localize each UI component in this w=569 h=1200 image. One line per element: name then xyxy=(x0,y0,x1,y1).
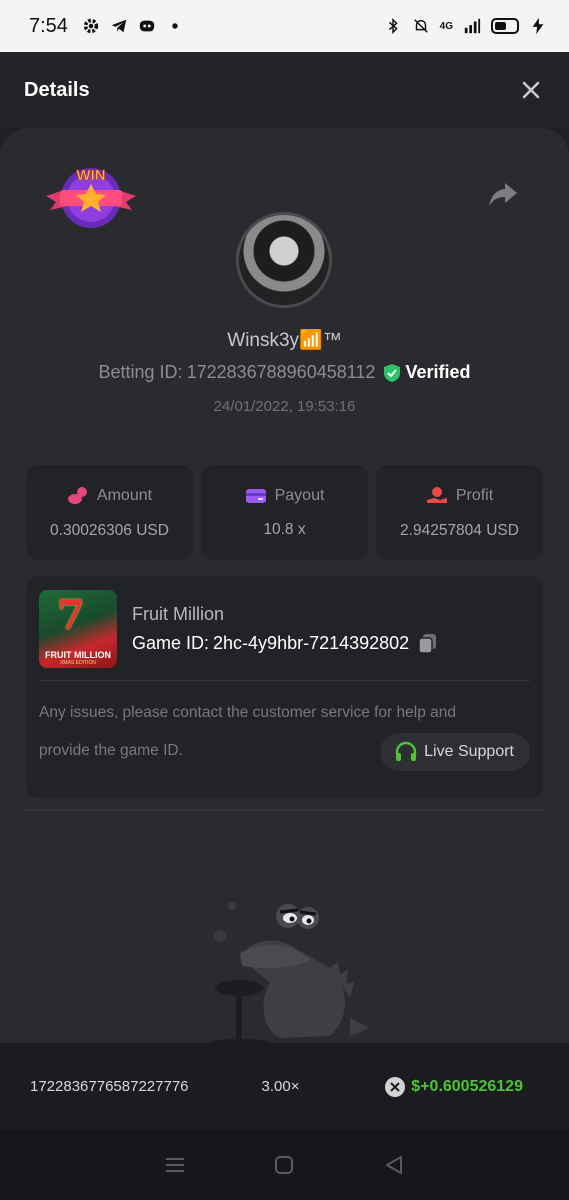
card-icon xyxy=(245,488,266,503)
stat-label: Amount xyxy=(96,486,153,504)
stat-label: Payout xyxy=(274,486,325,504)
coins-icon xyxy=(67,486,87,504)
coin-icon xyxy=(385,1076,406,1097)
support-notice: Any issues, please contact the customer … xyxy=(39,704,456,721)
betting-id-label: Betting ID: xyxy=(98,362,183,382)
stat-value: 0.30026306 USD xyxy=(50,521,169,539)
charging-icon xyxy=(532,17,544,35)
live-bet-profit-amount: $+0.600526129 xyxy=(411,1077,523,1095)
crocodile-mascot-icon xyxy=(210,902,370,1047)
thumb-symbol: 7 xyxy=(57,592,85,639)
live-bet-row[interactable]: 1722836776587227776 3.00× $+0.600526129 xyxy=(0,1043,569,1130)
username: Winsk3y📶™ xyxy=(227,330,342,351)
live-support-button[interactable]: Live Support xyxy=(380,733,530,771)
mute-bell-icon xyxy=(413,19,428,33)
betting-id-row: Betting ID: 1722836788960458112 Verified xyxy=(0,362,569,383)
verified-badge: Verified xyxy=(383,362,470,383)
dot-icon xyxy=(172,23,178,29)
bet-datetime: 24/01/2022, 19:53:16 xyxy=(213,398,356,415)
divider xyxy=(39,680,530,681)
verified-label: Verified xyxy=(405,362,471,382)
discord-icon xyxy=(139,20,155,32)
back-button[interactable] xyxy=(382,1153,406,1177)
game-name[interactable]: Fruit Million xyxy=(132,604,224,625)
details-sheet: WIN Winsk3y📶™ Betting ID: 17228367889604… xyxy=(0,128,569,1047)
thumb-subtitle: XMAS EDITION xyxy=(60,660,96,666)
live-bet-multiplier: 3.00× xyxy=(261,1078,300,1095)
stat-profit: Profit 2.94257804 USD xyxy=(376,465,543,560)
battery-icon xyxy=(491,18,519,34)
game-id-label: Game ID: xyxy=(132,632,210,653)
game-card: 7 FRUIT MILLION XMAS EDITION Fruit Milli… xyxy=(26,576,543,798)
support-notice-cont: provide the game ID. xyxy=(39,742,183,759)
home-square-icon xyxy=(275,1156,294,1174)
stat-value: 10.8 x xyxy=(263,520,306,538)
stat-payout: Payout 10.8 x xyxy=(201,465,368,560)
stats-row: Amount 0.30026306 USD Payout 10.8 x Prof… xyxy=(26,465,543,560)
close-button[interactable] xyxy=(517,76,545,104)
details-header: Details xyxy=(0,52,569,128)
live-bet-id: 1722836776587227776 xyxy=(30,1078,189,1095)
thumb-title: FRUIT MILLION xyxy=(45,650,111,660)
menu-icon xyxy=(165,1158,184,1172)
divider xyxy=(26,810,543,811)
bluetooth-icon xyxy=(388,17,398,35)
recents-button[interactable] xyxy=(163,1153,187,1177)
status-time: 7:54 xyxy=(29,14,68,37)
headphones-icon xyxy=(395,741,417,761)
share-icon[interactable] xyxy=(487,180,519,208)
telegram-icon xyxy=(111,19,127,33)
shield-check-icon xyxy=(384,363,401,382)
copy-icon[interactable] xyxy=(417,632,439,654)
network-type: 4G xyxy=(439,20,453,32)
game-id-value: 2hc-4y9hbr-7214392802 xyxy=(213,632,410,653)
close-icon xyxy=(522,81,540,99)
back-triangle-icon xyxy=(386,1156,403,1174)
game-thumbnail[interactable]: 7 FRUIT MILLION XMAS EDITION xyxy=(39,590,117,668)
settings-icon xyxy=(83,18,99,34)
stat-amount: Amount 0.30026306 USD xyxy=(26,465,193,560)
hand-coin-icon xyxy=(426,486,447,503)
system-nav-bar xyxy=(0,1130,569,1200)
betting-id-value: 1722836788960458112 xyxy=(186,362,376,382)
stat-label: Profit xyxy=(455,486,494,504)
stat-value: 2.94257804 USD xyxy=(400,521,519,539)
win-badge-icon: WIN xyxy=(46,167,136,228)
avatar xyxy=(236,212,332,308)
page-title: Details xyxy=(24,78,90,101)
signal-icon xyxy=(464,18,481,34)
home-button[interactable] xyxy=(272,1153,296,1177)
live-bet-profit: $+0.600526129 xyxy=(385,1076,539,1097)
game-id-row: Game ID: 2hc-4y9hbr-7214392802 xyxy=(132,632,439,654)
live-support-label: Live Support xyxy=(424,743,514,760)
status-bar: 7:54 4G xyxy=(0,0,569,52)
badge-text: WIN xyxy=(76,167,105,184)
